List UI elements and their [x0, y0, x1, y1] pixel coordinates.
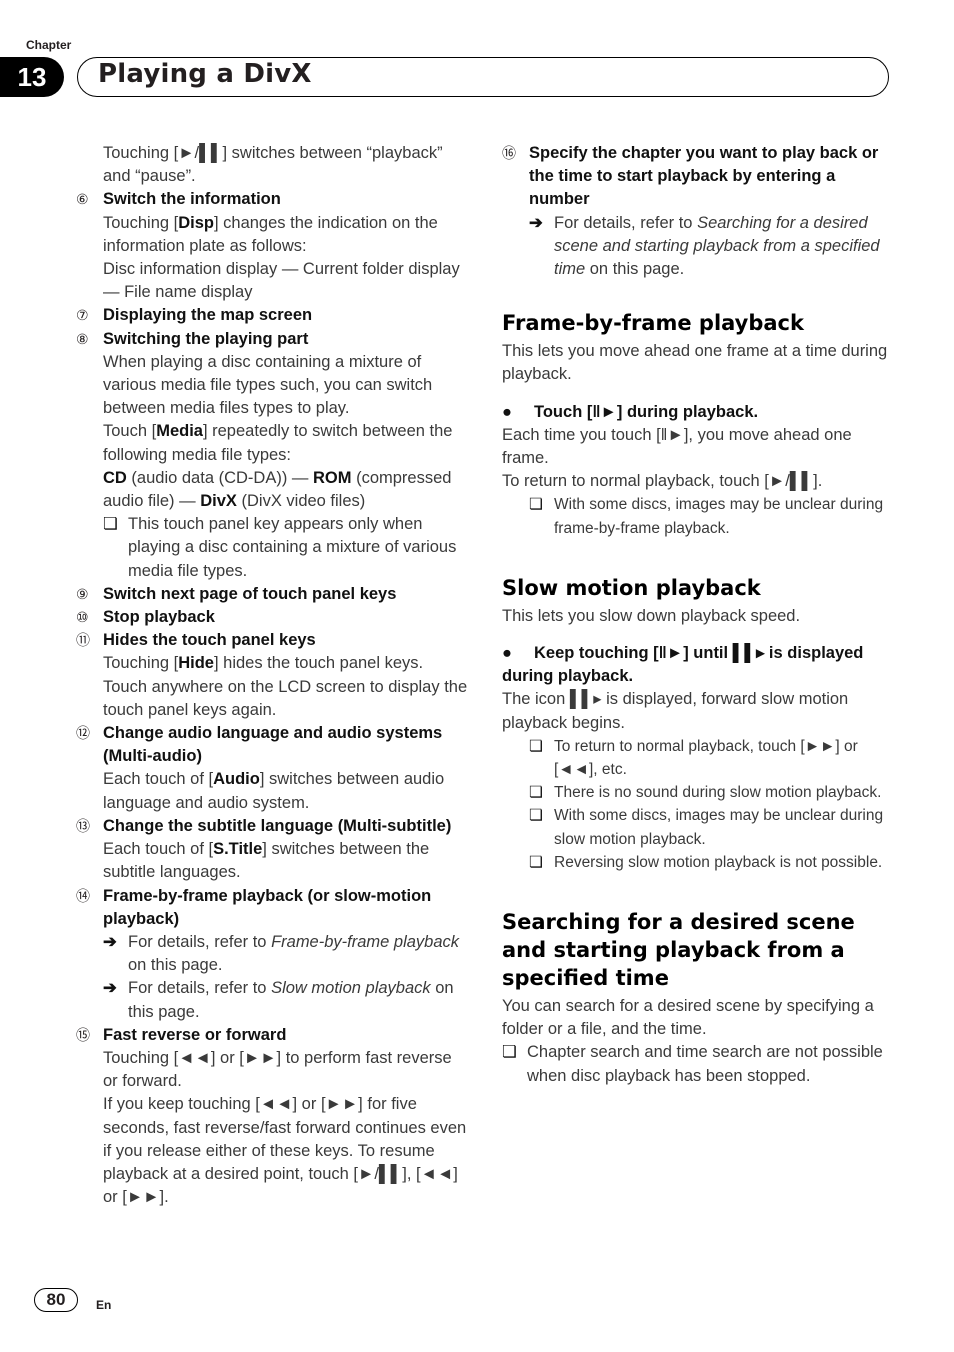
item-15: ⑮ Fast reverse or forward Touching [◄◄] o…: [76, 1024, 468, 1210]
section-intro: This lets you move ahead one frame at a …: [502, 342, 888, 384]
item-13: ⑬ Change the subtitle language (Multi-sub…: [76, 815, 468, 885]
item-body: Touching [Hide] hides the touch panel ke…: [103, 654, 468, 719]
item-title: Switch next page of touch panel keys: [103, 584, 397, 603]
bullet-icon: ●: [502, 402, 512, 421]
item-16: ⑯ Specify the chapter you want to play ba…: [502, 142, 892, 281]
item-number: ⑯: [502, 145, 516, 161]
item-title: Switch the information: [103, 190, 281, 209]
chapter-title: Playing a DivX: [98, 59, 312, 89]
item-number: ⑨: [76, 585, 89, 602]
right-column: ⑯ Specify the chapter you want to play ba…: [502, 142, 892, 1088]
bullet-icon: ●: [502, 644, 512, 663]
intro-text: Touching [►/▌▌] switches between “playba…: [103, 144, 443, 186]
note-icon: ❏: [529, 807, 543, 825]
reference-arrow-icon: ➔: [103, 979, 117, 998]
note-text: This touch panel key appears only when p…: [128, 515, 457, 580]
note-icon: ❏: [529, 737, 543, 755]
ref-suffix: on this page.: [128, 956, 223, 975]
ref-link-slow-motion[interactable]: Slow motion playback: [271, 979, 431, 997]
note-icon: ❏: [529, 853, 543, 871]
item-14: ⑭ Frame-by-frame playback (or slow-motion…: [76, 885, 468, 1024]
ref-prefix: For details, refer to: [128, 932, 272, 951]
item-8: ⑧ Switching the playing part When playing…: [76, 328, 468, 583]
section-body: The icon ▌▌▸ is displayed, forward slow …: [502, 690, 849, 732]
section-intro: You can search for a desired scene by sp…: [502, 997, 874, 1039]
item-body: Touching [◄◄] or [►►] to perform fast re…: [103, 1048, 452, 1091]
section-heading: Slow motion playback: [502, 575, 761, 600]
item-title: Switching the playing part: [103, 329, 309, 348]
note-text: With some discs, images may be unclear d…: [554, 807, 884, 848]
chapter-number-badge: 13: [0, 57, 64, 97]
ref-prefix: For details, refer to: [554, 213, 698, 232]
reference-arrow-icon: ➔: [103, 932, 117, 951]
item-body: Touching [Disp] changes the indication o…: [103, 213, 438, 255]
item-body: Disc information display — Current folde…: [103, 260, 460, 302]
item-title: Specify the chapter you want to play bac…: [529, 144, 879, 209]
frame-by-frame-section: Frame-by-frame playback This lets you mo…: [502, 309, 892, 540]
note-text: With some discs, images may be unclear d…: [554, 496, 884, 537]
item-title: Displaying the map screen: [103, 306, 313, 325]
item-body: CD (audio data (CD-DA)) — ROM (compresse…: [103, 468, 452, 511]
left-column: Touching [►/▌▌] switches between “playba…: [76, 142, 468, 1209]
item-number: ⑪: [76, 632, 90, 649]
reference-arrow-icon: ➔: [529, 213, 543, 232]
item-title: Stop playback: [103, 608, 215, 627]
chapter-label: Chapter: [26, 38, 72, 52]
item-title: Hides the touch panel keys: [103, 631, 316, 650]
section-heading: Frame-by-frame playback: [502, 311, 804, 336]
ref-suffix: on this page.: [585, 260, 685, 279]
item-number: ⑥: [76, 191, 89, 208]
note-icon: ❏: [529, 496, 543, 514]
step-text: Keep touching [‖►] until ▌▌▸ is displaye…: [502, 644, 864, 686]
section-body: To return to normal playback, touch [►/▌…: [502, 472, 823, 491]
ref-link-frame-by-frame[interactable]: Frame-by-frame playback: [271, 933, 459, 951]
note-text: To return to normal playback, touch [►►]…: [554, 737, 858, 779]
item-6: ⑥ Switch the information Touching [Disp] …: [76, 188, 468, 304]
section-heading: Searching for a desired scene and starti…: [502, 910, 855, 991]
item-10: ⑩ Stop playback: [76, 606, 468, 629]
page-number: 80: [34, 1288, 78, 1312]
item-7: ⑦ Displaying the map screen: [76, 304, 468, 327]
item-11: ⑪ Hides the touch panel keys Touching [Hi…: [76, 629, 468, 722]
slow-motion-section: Slow motion playback This lets you slow …: [502, 574, 892, 874]
item-9: ⑨ Switch next page of touch panel keys: [76, 583, 468, 606]
ref-prefix: For details, refer to: [128, 979, 272, 998]
item-number: ⑦: [76, 307, 89, 324]
item-number: ⑬: [76, 817, 90, 834]
item-number: ⑫: [76, 725, 90, 742]
note-icon: ❏: [502, 1043, 517, 1062]
note-text: Chapter search and time search are not p…: [527, 1043, 883, 1085]
note-icon: ❏: [529, 784, 543, 802]
item-number: ⑩: [76, 609, 89, 626]
item-body: Touch [Media] repeatedly to switch betwe…: [103, 422, 453, 464]
section-body: Each time you touch [‖►], you move ahead…: [502, 425, 852, 468]
item-number: ⑭: [76, 887, 90, 904]
note-text: There is no sound during slow motion pla…: [554, 784, 882, 802]
item-body: If you keep touching [◄◄] or [►►] for fi…: [103, 1095, 467, 1207]
item-number: ⑮: [76, 1026, 90, 1043]
item-body: When playing a disc containing a mixture…: [103, 352, 433, 418]
step-text: Touch [‖►] during playback.: [534, 402, 759, 421]
item-title: Fast reverse or forward: [103, 1025, 287, 1044]
item-body: Each touch of [S.Title] switches between…: [103, 840, 430, 882]
item-title: Change the subtitle language (Multi-subt…: [103, 816, 452, 835]
section-intro: This lets you slow down playback speed.: [502, 606, 801, 625]
note-icon: ❏: [103, 515, 118, 534]
note-text: Reversing slow motion playback is not po…: [554, 853, 883, 871]
item-12: ⑫ Change audio language and audio systems…: [76, 722, 468, 815]
item-title: Change audio language and audio systems …: [103, 724, 443, 766]
search-section: Searching for a desired scene and starti…: [502, 908, 892, 1088]
item-number: ⑧: [76, 330, 89, 347]
item-title: Frame-by-frame playback (or slow-motion …: [103, 886, 432, 928]
item-body: Each touch of [Audio] switches between a…: [103, 770, 445, 812]
language-label: En: [96, 1298, 112, 1312]
